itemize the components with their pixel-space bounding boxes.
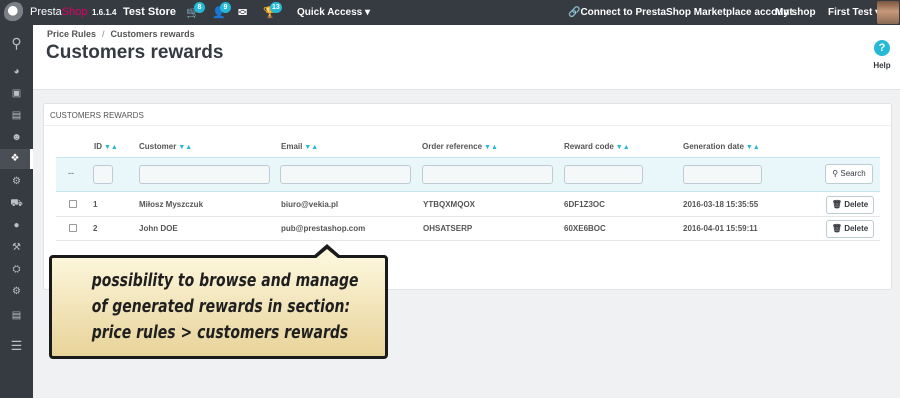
store-link[interactable]: Test Store [123,6,176,18]
orders-icon[interactable]: ▤ [0,106,33,126]
search-icon: ⚲ [832,169,839,178]
cell-customer: Miłosz Myszczuk [139,200,204,209]
caret-down-icon: ▾ [365,7,371,18]
sort-arrows-icon[interactable]: ▼▲ [178,144,192,151]
row-checkbox[interactable] [69,224,77,232]
orders-badge: 8 [194,2,205,13]
delete-button[interactable]: 🗑 Delete [826,220,874,238]
row-checkbox[interactable] [69,200,77,208]
menu-toggle-icon[interactable]: ☰ [0,336,33,356]
customers-icon[interactable]: ☻ [0,128,33,148]
cell-reward-code: 60XE6BOC [564,224,606,233]
table-row[interactable]: 2 John DOE pub@prestashop.com OHSATSERP … [56,217,880,241]
help-label: Help [873,61,891,70]
filter-reward-code-input[interactable] [564,165,643,184]
cell-reward-code: 6DF1Z3OC [564,200,605,209]
callout-pointer-fill [315,249,339,259]
cell-order-reference: YTBQXMQOX [423,200,476,209]
connect-marketplace-link[interactable]: 🔗Connect to PrestaShop Marketplace accou… [568,7,793,18]
sidebar: ⚲ ◕ ▣ ▤ ☻ ❖ ⚙ ⛟ ● ⚒ ⛭ ⚙ ▤ ☰ [0,25,33,398]
panel-heading: CUSTOMERS REWARDS [44,104,891,126]
customers-badge: 9 [220,2,231,13]
cell-generation-date: 2016-04-01 15:59:11 [683,224,758,233]
preferences-icon[interactable]: ⚒ [0,238,33,258]
filter-email-input[interactable] [280,165,411,184]
filter-row: -- ⚲ Search [56,157,880,192]
trash-icon: 🗑 [831,200,842,209]
modules-icon[interactable]: ⚙ [0,172,33,192]
filter-order-reference-input[interactable] [422,165,553,184]
sort-arrows-icon[interactable]: ▼▲ [616,144,630,151]
messages-badge: 13 [270,2,282,13]
advanced-parameters-icon[interactable]: ⛭ [0,260,33,280]
callout-line-2: of generated rewards in section: [91,297,351,317]
column-generation-date[interactable]: Generation date ▼▲ [683,142,760,151]
administration-icon[interactable]: ⚙ [0,282,33,302]
breadcrumb-parent[interactable]: Price Rules [47,29,96,39]
search-icon[interactable]: ⚲ [0,33,33,53]
employee-menu[interactable]: First Test ▾ [828,7,880,18]
cell-id: 2 [93,224,98,233]
sort-arrows-icon[interactable]: ▼▲ [304,144,318,151]
column-customer[interactable]: Customer ▼▲ [139,142,192,151]
breadcrumb: Price Rules / Customers rewards [47,29,195,39]
avatar[interactable] [877,1,899,24]
sort-arrows-icon[interactable]: ▼▲ [104,144,118,151]
delete-button[interactable]: 🗑 Delete [826,196,874,214]
cell-customer: John DOE [139,224,178,233]
stats-icon[interactable]: ▤ [0,306,33,326]
prestashop-logo-icon[interactable] [4,2,26,24]
annotation-callout: possibility to browse and manage of gene… [49,244,389,360]
quick-access-menu[interactable]: Quick Access ▾ [297,7,370,18]
filter-customer-input[interactable] [139,165,270,184]
column-order-reference[interactable]: Order reference ▼▲ [422,142,498,151]
callout-box: possibility to browse and manage of gene… [49,255,388,359]
help-button[interactable]: ? Help [871,40,893,70]
filter-id-input[interactable] [93,165,113,184]
callout-line-3: price rules > customers rewards [91,323,349,343]
sort-arrows-icon[interactable]: ▼▲ [484,144,498,151]
cell-email: pub@prestashop.com [281,224,366,233]
localization-icon[interactable]: ● [0,216,33,236]
top-navbar: PrestaShop 1.6.1.4 Test Store 🛒 8 👤 9 ✉ … [0,0,900,25]
bulk-dash: -- [68,168,74,178]
sort-arrows-icon[interactable]: ▼▲ [746,144,760,151]
column-id[interactable]: ID ▼▲ [94,142,118,151]
dashboard-icon[interactable]: ◕ [0,62,33,82]
cell-email: biuro@vekia.pl [281,200,339,209]
filter-date-input[interactable] [683,165,762,184]
brand-name: PrestaShop [30,6,88,18]
link-icon: 🔗 [568,7,581,18]
page-header: Price Rules / Customers rewards Customers … [33,25,900,90]
page-title: Customers rewards [46,42,224,63]
version-label: 1.6.1.4 [92,8,117,17]
cell-id: 1 [93,200,98,209]
shipping-icon[interactable]: ⛟ [0,194,33,214]
column-reward-code[interactable]: Reward code ▼▲ [564,142,630,151]
price-rules-icon[interactable]: ❖ [0,149,33,169]
breadcrumb-current: Customers rewards [110,29,195,39]
catalog-icon[interactable]: ▣ [0,84,33,104]
search-button[interactable]: ⚲ Search [825,164,873,184]
table-row[interactable]: 1 Miłosz Myszczuk biuro@vekia.pl YTBQXMQ… [56,193,880,217]
cell-generation-date: 2016-03-18 15:35:55 [683,200,759,209]
cell-order-reference: OHSATSERP [423,224,473,233]
my-shop-link[interactable]: My shop [775,7,816,18]
column-email[interactable]: Email ▼▲ [281,142,318,151]
question-icon: ? [874,40,890,56]
callout-line-1: possibility to browse and manage [91,271,359,291]
trash-icon: 🗑 [831,224,842,233]
envelope-icon[interactable]: ✉ [238,6,247,19]
